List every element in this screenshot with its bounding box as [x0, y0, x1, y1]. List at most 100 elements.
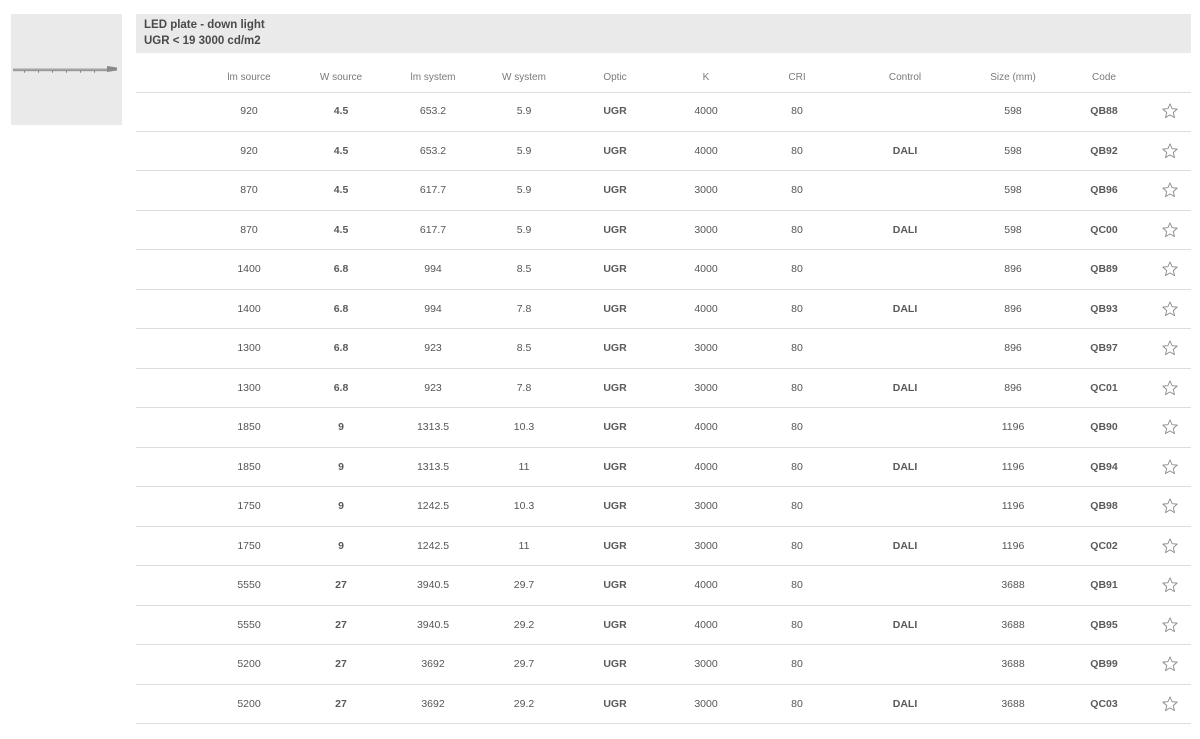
- cell-k: 4000: [694, 421, 718, 434]
- cell-size: 896: [1004, 302, 1022, 315]
- table-row: 1750 9 1242.5 10.3 UGR 3000 80 1196 QB98: [136, 487, 1191, 527]
- cell-cri: 80: [791, 184, 803, 197]
- product-subtitle: UGR < 19 3000 cd/m2: [144, 35, 261, 47]
- cell-w-system: 10.3: [513, 500, 535, 513]
- favorite-star-icon[interactable]: [1161, 616, 1179, 634]
- cell-k: 3000: [694, 697, 718, 710]
- cell-w-source: 4.5: [333, 144, 349, 157]
- cell-optic: UGR: [603, 144, 627, 157]
- table-row: 1750 9 1242.5 11 UGR 3000 80 DALI 1196 QC02: [136, 527, 1191, 566]
- product-table-body: 920 4.5 653.2 5.9 UGR 4000 80 598 QB88 920 4.5 653.…: [136, 92, 1191, 724]
- cell-control: DALI: [892, 697, 918, 710]
- cell-lm-source: 5200: [237, 697, 261, 710]
- cell-w-system: 7.8: [516, 381, 532, 394]
- column-header-optic: Optic: [603, 72, 627, 83]
- cell-code: QC03: [1090, 697, 1118, 710]
- cell-code: QB97: [1090, 342, 1118, 355]
- table-row: 1850 9 1313.5 10.3 UGR 4000 80 1196 QB90: [136, 408, 1191, 448]
- cell-code: QB95: [1090, 618, 1118, 631]
- product-header: LED plate - down light UGR < 19 3000 cd/…: [136, 14, 1191, 53]
- favorite-star-icon[interactable]: [1161, 418, 1179, 436]
- cell-k: 3000: [694, 342, 718, 355]
- cell-k: 4000: [694, 105, 718, 118]
- cell-cri: 80: [791, 539, 803, 552]
- cell-size: 1196: [1001, 421, 1025, 434]
- favorite-star-icon[interactable]: [1161, 260, 1179, 278]
- favorite-star-icon[interactable]: [1161, 339, 1179, 357]
- cell-lm-system: 617.7: [419, 184, 447, 197]
- cell-cri: 80: [791, 421, 803, 434]
- cell-size: 896: [1004, 263, 1022, 276]
- cell-w-system: 29.7: [513, 579, 535, 592]
- cell-optic: UGR: [603, 421, 627, 434]
- cell-lm-source: 1400: [237, 263, 261, 276]
- product-thumbnail: [11, 14, 122, 125]
- cell-control: DALI: [892, 144, 918, 157]
- cell-w-system: 29.2: [513, 618, 535, 631]
- cell-w-system: 29.7: [513, 658, 535, 671]
- cell-w-source: 9: [338, 500, 344, 513]
- cell-code: QB88: [1090, 105, 1118, 118]
- cell-lm-source: 1850: [237, 421, 261, 434]
- cell-k: 4000: [694, 302, 718, 315]
- cell-w-source: 9: [338, 421, 344, 434]
- favorite-star-icon[interactable]: [1161, 576, 1179, 594]
- favorite-star-icon[interactable]: [1161, 142, 1179, 160]
- table-header: lm source W source lm system W system Op…: [136, 53, 1191, 93]
- cell-w-source: 27: [335, 658, 347, 671]
- cell-control: DALI: [892, 223, 918, 236]
- cell-code: QB92: [1090, 144, 1118, 157]
- favorite-star-icon[interactable]: [1161, 537, 1179, 555]
- cell-lm-system: 994: [424, 302, 442, 315]
- cell-optic: UGR: [603, 500, 627, 513]
- favorite-star-icon[interactable]: [1161, 458, 1179, 476]
- cell-lm-source: 5550: [237, 618, 261, 631]
- column-header-code: Code: [1092, 72, 1116, 83]
- cell-lm-source: 1300: [237, 342, 261, 355]
- cell-code: QB89: [1090, 263, 1118, 276]
- cell-size: 896: [1004, 342, 1022, 355]
- cell-lm-source: 1850: [237, 460, 261, 473]
- cell-k: 3000: [694, 539, 718, 552]
- cell-cri: 80: [791, 263, 803, 276]
- favorite-star-icon[interactable]: [1161, 221, 1179, 239]
- cell-k: 4000: [694, 144, 718, 157]
- cell-lm-source: 1750: [237, 539, 261, 552]
- cell-k: 3000: [694, 381, 718, 394]
- cell-cri: 80: [791, 105, 803, 118]
- cell-size: 598: [1004, 105, 1022, 118]
- column-header-w-system: W system: [502, 72, 546, 83]
- cell-w-source: 4.5: [333, 184, 349, 197]
- table-row: 5200 27 3692 29.7 UGR 3000 80 3688 QB99: [136, 645, 1191, 685]
- cell-w-system: 5.9: [516, 105, 532, 118]
- cell-w-source: 27: [335, 618, 347, 631]
- column-header-lm-system: lm system: [410, 72, 456, 83]
- product-title: LED plate - down light: [144, 19, 265, 31]
- cell-k: 4000: [694, 618, 718, 631]
- favorite-star-icon[interactable]: [1161, 379, 1179, 397]
- favorite-star-icon[interactable]: [1161, 655, 1179, 673]
- cell-w-source: 27: [335, 697, 347, 710]
- cell-optic: UGR: [603, 658, 627, 671]
- favorite-star-icon[interactable]: [1161, 181, 1179, 199]
- column-header-cri: CRI: [788, 72, 806, 83]
- cell-lm-system: 653.2: [419, 105, 447, 118]
- cell-cri: 80: [791, 223, 803, 236]
- favorite-star-icon[interactable]: [1161, 102, 1179, 120]
- cell-k: 4000: [694, 460, 718, 473]
- cell-control: DALI: [892, 460, 918, 473]
- favorite-star-icon[interactable]: [1161, 497, 1179, 515]
- cell-k: 3000: [694, 184, 718, 197]
- cell-w-source: 9: [338, 539, 344, 552]
- cell-k: 3000: [694, 658, 718, 671]
- cell-lm-system: 1242.5: [416, 539, 450, 552]
- cell-w-system: 5.9: [516, 184, 532, 197]
- cell-cri: 80: [791, 460, 803, 473]
- cell-optic: UGR: [603, 105, 627, 118]
- favorite-star-icon[interactable]: [1161, 695, 1179, 713]
- cell-lm-source: 5200: [237, 658, 261, 671]
- table-row: 5550 27 3940.5 29.2 UGR 4000 80 DALI 3688 QB95: [136, 606, 1191, 645]
- cell-control: DALI: [892, 302, 918, 315]
- favorite-star-icon[interactable]: [1161, 300, 1179, 318]
- cell-code: QB98: [1090, 500, 1118, 513]
